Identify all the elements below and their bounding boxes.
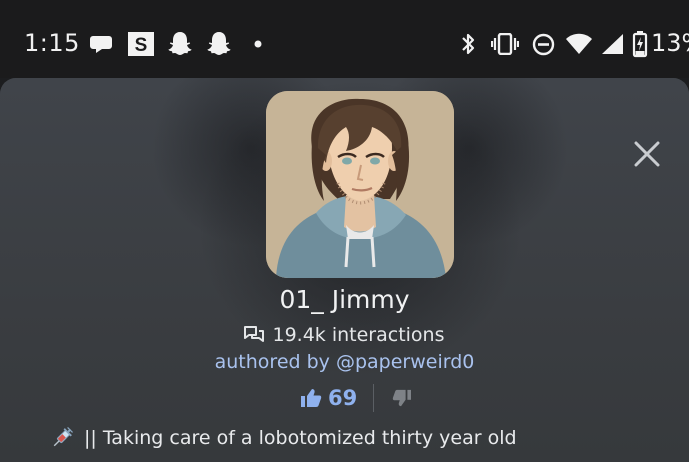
like-button[interactable]: 69 [300, 386, 357, 410]
snapchat-icon [168, 32, 192, 55]
close-icon[interactable] [628, 135, 666, 173]
battery-charging-icon [632, 31, 648, 58]
avatar [266, 91, 454, 278]
status-bar: 1:15 S 13% [0, 0, 689, 78]
like-count: 69 [328, 386, 358, 410]
wifi-icon [566, 33, 592, 54]
tagline-text: || Taking care of a lobotomized thirty y… [84, 427, 517, 449]
status-time: 1:15 [24, 29, 80, 57]
svg-text:S: S [135, 35, 148, 56]
character-name: 01_ Jimmy [279, 285, 410, 314]
bluetooth-icon [462, 33, 475, 55]
chat-bubble-icon [90, 36, 112, 53]
interactions-row: 19.4k interactions [0, 324, 689, 346]
cell-signal-icon [602, 34, 623, 54]
s-app-icon: S [128, 32, 154, 56]
do-not-disturb-icon [532, 33, 555, 56]
character-tagline: || Taking care of a lobotomized thirty y… [50, 426, 517, 450]
dislike-button[interactable] [392, 389, 412, 407]
battery-percent: 13% [651, 29, 689, 57]
vote-divider [373, 384, 375, 412]
snapchat-icon [207, 32, 231, 55]
author-link[interactable]: authored by @paperweird0 [0, 351, 689, 373]
more-dot-icon [254, 40, 262, 48]
thumbs-up-icon [301, 389, 322, 407]
avatar-illustration [266, 91, 454, 278]
vibrate-icon [491, 33, 519, 55]
interactions-count: 19.4k interactions [272, 324, 445, 346]
vote-bar: 69 [300, 382, 412, 414]
syringe-icon [53, 427, 73, 447]
chat-bubbles-icon [244, 326, 265, 342]
thumbs-down-icon [393, 389, 412, 407]
character-sheet: 01_ Jimmy 19.4k interactions authored by… [0, 78, 689, 462]
